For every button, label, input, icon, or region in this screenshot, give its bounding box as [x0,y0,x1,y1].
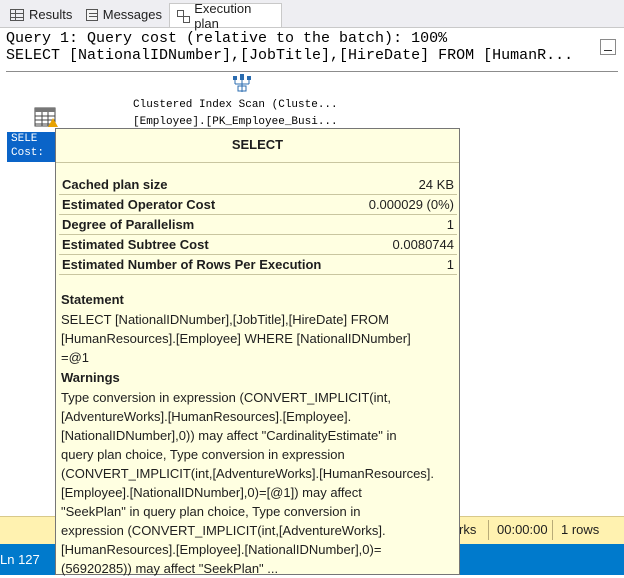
warning-line: [AdventureWorks].[HumanResources].[Emplo… [61,409,352,424]
statement-heading: Statement [61,292,124,307]
property-value: 0.000029 (0%) [355,194,457,215]
table-row: Estimated Subtree Cost 0.0080744 [59,234,457,255]
warning-line: [HumanResources].[Employee].[NationalIDN… [61,542,382,557]
warnings-text: Type conversion in expression (CONVERT_I… [61,388,451,578]
scan-node-line1: Clustered Index Scan (Cluste... [133,99,338,111]
tab-execution-plan[interactable]: Execution plan [169,1,282,31]
statement-line: SELECT [NationalIDNumber],[JobTitle],[Hi… [61,312,389,327]
table-row: Estimated Number of Rows Per Execution 1 [59,254,457,275]
select-node-line2: Cost: [11,147,45,159]
warnings-heading: Warnings [61,370,120,385]
statement-line: [HumanResources].[Employee] WHERE [Natio… [61,331,411,346]
property-name: Estimated Operator Cost [59,194,356,215]
property-value: 1 [355,254,457,275]
tooltip-separator [56,162,459,163]
tooltip-properties-table: Cached plan size 24 KB Estimated Operato… [59,175,457,275]
property-name: Estimated Subtree Cost [59,234,356,255]
messages-icon [86,8,98,21]
select-node-label[interactable]: SELE Cost: [7,132,55,162]
table-row: Estimated Operator Cost 0.000029 (0%) [59,194,457,215]
warning-line: (56920285)) may affect "SeekPlan" ... [61,561,279,576]
property-value: 1 [355,214,457,235]
tab-results-label: Results [29,7,73,22]
editor-line-number: Ln 127 [0,552,40,567]
statement-line: =@1 [61,350,90,365]
table-row: Cached plan size 24 KB [59,175,457,195]
collapse-button[interactable] [600,39,616,55]
grid-icon [10,8,24,21]
warning-line: query plan choice, Type conversion in ex… [61,447,345,462]
tab-results[interactable]: Results [4,4,80,25]
status-divider [552,520,553,540]
warning-line: (CONVERT_IMPLICIT(int,[AdventureWorks].[… [61,466,435,481]
property-name: Cached plan size [59,175,356,195]
warning-icon [48,118,58,127]
tab-execution-plan-label: Execution plan [194,0,252,31]
select-node-line1: SELE [11,133,38,145]
query-separator [6,71,618,72]
warning-line: [NationalIDNumber],0)) may affect "Cardi… [61,428,397,443]
scan-node-line2: [Employee].[PK_Employee_Busi... [133,116,338,128]
tab-messages-label: Messages [102,7,162,22]
execution-plan-icon [176,9,191,23]
statement-text: SELECT [NationalIDNumber],[JobTitle],[Hi… [61,310,451,367]
status-rows-label: rks [459,522,477,537]
query-cost-text: Query 1: Query cost (relative to the bat… [6,30,448,47]
property-name: Estimated Number of Rows Per Execution [59,254,356,275]
tooltip-title: SELECT [231,137,284,152]
operator-tooltip: SELECT Cached plan size 24 KB Estimated … [55,128,460,578]
table-row: Degree of Parallelism 1 [59,214,457,235]
warning-line: [Employee].[NationalIDNumber],0)=[@1]) m… [61,485,362,500]
warning-line: Type conversion in expression (CONVERT_I… [61,390,391,405]
status-divider [488,520,489,540]
status-elapsed: 00:00:00 [497,522,548,537]
property-value: 24 KB [355,175,457,195]
tab-messages[interactable]: Messages [80,4,168,25]
query-sql-text: SELECT [NationalIDNumber],[JobTitle],[Hi… [6,47,574,64]
warning-line: "SeekPlan" in query plan choice, Type co… [61,504,361,519]
status-row-count: 1 rows [561,522,600,537]
clustered-index-scan-icon[interactable] [232,73,252,93]
query-header: Query 1: Query cost (relative to the bat… [6,30,620,72]
warning-line: expression (CONVERT_IMPLICIT(int,[Advent… [61,523,386,538]
property-value: 0.0080744 [355,234,457,255]
results-tab-bar: Results Messages Execution plan [0,0,624,31]
property-name: Degree of Parallelism [59,214,356,235]
